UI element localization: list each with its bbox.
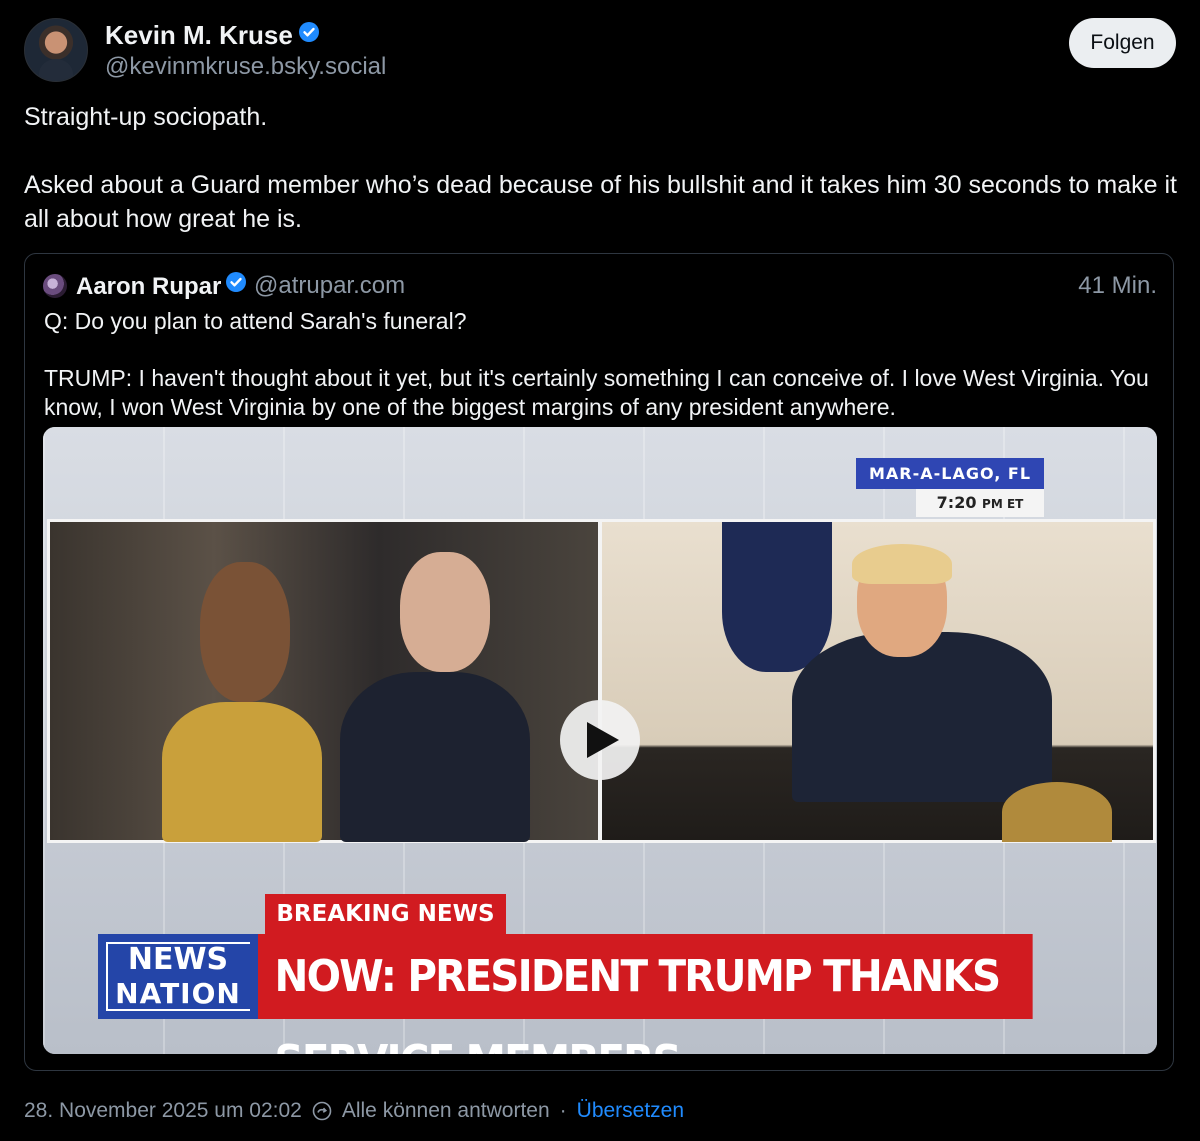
- author-handle[interactable]: @kevinmkruse.bsky.social: [105, 53, 386, 81]
- reply-setting-text: Alle können antworten: [341, 1099, 550, 1122]
- translate-link[interactable]: Übersetzen: [577, 1099, 684, 1123]
- reporter-figure: [200, 562, 290, 702]
- quoted-text-paragraph-2: TRUMP: I haven't thought about it yet, b…: [44, 365, 1149, 420]
- logo-frame: [106, 942, 250, 1011]
- follow-button[interactable]: Folgen: [1069, 18, 1176, 68]
- reporter-figure: [162, 702, 322, 842]
- president-figure: [852, 544, 952, 584]
- quoted-post-time[interactable]: 41 Min.: [1078, 272, 1157, 300]
- play-button[interactable]: [560, 700, 640, 780]
- video-panel-reporters: [47, 519, 601, 843]
- post-date: 28. November 2025 um 02:02: [24, 1099, 302, 1122]
- post-text-paragraph-1: Straight-up sociopath.: [24, 103, 268, 131]
- post-text-paragraph-2: Asked about a Guard member who’s dead be…: [24, 171, 1177, 233]
- president-figure: [792, 632, 1052, 802]
- time-tag: 7:20 PM ET: [916, 489, 1044, 517]
- play-icon: [587, 722, 619, 758]
- time-tag-main: 7:20: [936, 493, 977, 512]
- author-avatar[interactable]: [24, 18, 88, 82]
- chyron-headline: NOW: PRESIDENT TRUMP THANKS SERVICE MEMB…: [258, 934, 1033, 1054]
- post-meta-footer: 28. November 2025 um 02:02 Alle können a…: [24, 1099, 684, 1123]
- video-player[interactable]: MAR-A-LAGO, FL 7:20 PM ET BREAKING NEWS …: [43, 427, 1157, 1054]
- reporter-figure: [340, 672, 530, 842]
- reporter-figure: [400, 552, 490, 672]
- location-tag: MAR-A-LAGO, FL: [856, 458, 1044, 489]
- quoted-text-paragraph-1: Q: Do you plan to attend Sarah's funeral…: [44, 308, 467, 334]
- quoted-author-name[interactable]: Aaron Rupar: [76, 272, 247, 301]
- verified-badge-icon: [298, 22, 319, 42]
- author-name[interactable]: Kevin M. Kruse: [105, 20, 319, 51]
- quoted-author-name-text[interactable]: Aaron Rupar: [76, 273, 221, 300]
- presidential-seal: [1002, 782, 1112, 842]
- quoted-author-avatar[interactable]: [43, 274, 67, 298]
- footer-separator: ·: [559, 1099, 567, 1122]
- verified-badge-icon: [226, 272, 247, 292]
- time-tag-suffix: PM ET: [982, 497, 1024, 511]
- newsnation-logo: NEWS NATION: [98, 934, 258, 1019]
- reply-settings-icon: [312, 1101, 332, 1121]
- breaking-news-label: BREAKING NEWS: [265, 894, 506, 934]
- video-panel-president: [599, 519, 1156, 843]
- flag-shape: [722, 522, 832, 672]
- author-name-text[interactable]: Kevin M. Kruse: [105, 20, 293, 50]
- quoted-author-handle[interactable]: @atrupar.com: [254, 272, 405, 300]
